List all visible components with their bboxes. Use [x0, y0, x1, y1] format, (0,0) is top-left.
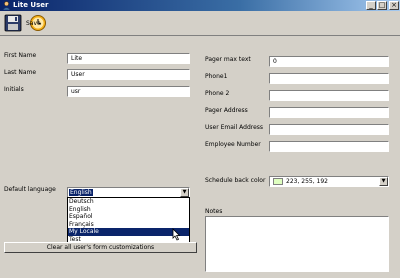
clear-customizations-button[interactable]: Clear all user's form customizations	[4, 242, 197, 253]
window-title: Lite User	[13, 1, 49, 9]
user-icon	[2, 1, 11, 10]
first-name-label: First Name	[4, 52, 37, 59]
chevron-down-icon[interactable]: ▼	[379, 177, 388, 186]
mouse-cursor-icon	[172, 228, 181, 241]
maximize-button[interactable]: □	[377, 1, 387, 10]
phone1-label: Phone1	[205, 73, 228, 80]
pager-address-label: Pager Address	[205, 107, 248, 114]
initials-field[interactable]: usr	[67, 86, 190, 97]
initials-label: Initials	[4, 86, 24, 93]
language-option-deutsch[interactable]: Deutsch	[68, 198, 189, 206]
last-name-label: Last Name	[4, 69, 37, 76]
chevron-down-icon[interactable]: ▼	[180, 188, 189, 197]
phone2-field[interactable]	[269, 90, 389, 101]
minimize-button[interactable]: _	[366, 1, 376, 10]
pager-max-text-field[interactable]: 0	[269, 56, 389, 67]
color-swatch	[273, 178, 283, 185]
language-option-espanol[interactable]: Español	[68, 213, 189, 221]
phone1-field[interactable]	[269, 73, 389, 84]
toolbar	[0, 11, 400, 36]
notes-label: Notes	[205, 208, 223, 215]
close-button[interactable]: ×	[389, 1, 399, 10]
schedule-back-color-value: 223, 255, 192	[286, 178, 328, 185]
schedule-back-color-label: Schedule back color	[205, 177, 266, 184]
language-option-my-locale[interactable]: My Locale	[68, 228, 189, 236]
notes-textarea[interactable]	[205, 216, 389, 272]
save-button-label[interactable]: Save	[26, 20, 41, 27]
pager-max-text-label: Pager max text	[205, 56, 251, 63]
floppy-disk-icon[interactable]	[4, 14, 22, 32]
employee-number-label: Employee Number	[205, 141, 261, 148]
employee-number-field[interactable]	[269, 141, 389, 152]
phone2-label: Phone 2	[205, 90, 230, 97]
title-bar	[0, 0, 400, 11]
language-option-francais[interactable]: Français	[68, 221, 189, 229]
language-option-english[interactable]: English	[68, 206, 189, 214]
user-email-label: User Email Address	[205, 124, 264, 131]
first-name-field[interactable]: Lite	[67, 53, 190, 64]
last-name-field[interactable]: User	[67, 69, 190, 80]
pager-address-field[interactable]	[269, 107, 389, 118]
default-language-value: English	[69, 189, 93, 196]
user-email-field[interactable]	[269, 124, 389, 135]
schedule-back-color-combo[interactable]: 223, 255, 192 ▼	[269, 176, 389, 187]
default-language-label: Default language	[4, 186, 56, 193]
